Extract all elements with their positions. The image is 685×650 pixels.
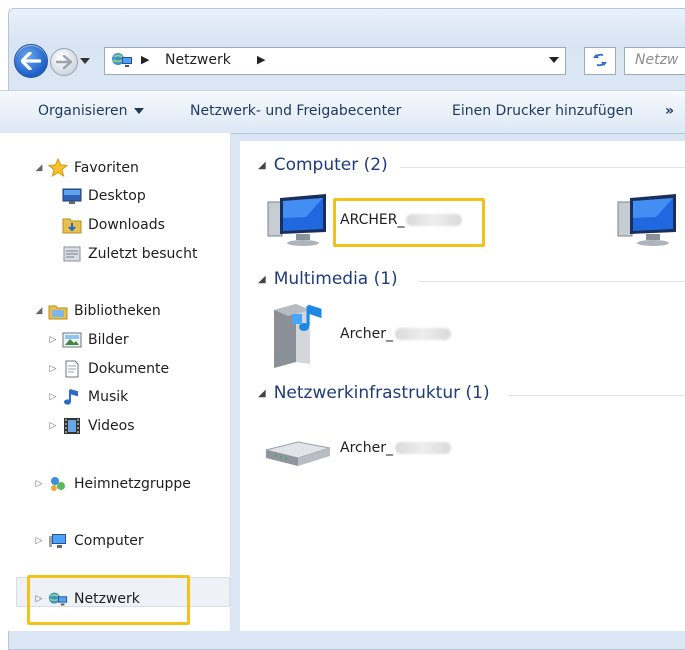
homegroup-icon (48, 474, 68, 494)
nav-label: Zuletzt besucht (88, 246, 198, 262)
group-divider (400, 167, 685, 168)
chevron-down-icon (133, 108, 144, 114)
nav-label: Favoriten (74, 160, 139, 176)
nav-item-music[interactable]: ▷ Musik (48, 385, 129, 409)
desktop-icon (62, 186, 82, 206)
add-printer-button[interactable]: Einen Drucker hinzufügen (452, 103, 633, 119)
documents-icon (62, 359, 82, 379)
expand-arrow-icon[interactable]: ▷ (34, 479, 44, 489)
media-device-icon[interactable] (270, 300, 330, 374)
expand-arrow-icon[interactable]: ▷ (48, 335, 58, 345)
group-header-multimedia[interactable]: ◢ Multimedia (1) (258, 269, 398, 289)
arrow-left-icon (21, 52, 41, 70)
computer-icon (48, 531, 68, 551)
redacted-text (394, 442, 451, 454)
nav-label: Heimnetzgruppe (74, 476, 191, 492)
collapse-arrow-icon[interactable]: ◢ (258, 388, 266, 399)
nav-item-videos[interactable]: ▷ Videos (48, 414, 135, 438)
recent-places-icon (62, 244, 82, 264)
address-dropdown[interactable] (549, 57, 559, 63)
star-icon (48, 158, 68, 178)
arrow-right-icon (56, 55, 72, 69)
expand-arrow-icon[interactable]: ▷ (48, 392, 58, 402)
forward-button[interactable] (50, 48, 78, 76)
breadcrumb-network[interactable]: Netzwerk (165, 52, 231, 68)
nav-label: Bibliotheken (74, 303, 161, 319)
group-header-infrastructure[interactable]: ◢ Netzwerkinfrastruktur (1) (258, 383, 490, 403)
nav-item-libraries[interactable]: ◢ Bibliotheken (34, 299, 161, 323)
router-item-label[interactable]: Archer_ (340, 440, 451, 456)
nav-label: Dokumente (88, 361, 170, 377)
more-commands-button[interactable]: » (665, 103, 674, 119)
nav-label: Bilder (88, 332, 129, 348)
libraries-icon (48, 301, 68, 321)
search-placeholder: Netzw (635, 52, 679, 68)
group-header-computer[interactable]: ◢ Computer (2) (258, 155, 388, 175)
nav-label: Videos (88, 418, 135, 434)
organize-label: Organisieren (38, 103, 128, 119)
command-bar: Organisieren Netzwerk- und Freigabecente… (0, 90, 685, 134)
nav-label: Downloads (88, 217, 165, 233)
nav-label: Desktop (88, 188, 146, 204)
nav-item-homegroup[interactable]: ▷ Heimnetzgruppe (34, 472, 191, 496)
group-title: Multimedia (1) (273, 269, 398, 289)
music-note-icon (62, 387, 82, 407)
nav-item-desktop[interactable]: Desktop (62, 184, 146, 208)
computer-device-icon-2[interactable] (616, 192, 680, 252)
network-icon (112, 53, 132, 67)
group-divider (418, 281, 685, 282)
nav-item-recent[interactable]: Zuletzt besucht (62, 242, 197, 266)
nav-item-pictures[interactable]: ▷ Bilder (48, 328, 129, 352)
expand-arrow-icon[interactable]: ▷ (48, 364, 58, 374)
title-bar (9, 9, 685, 49)
highlight-box-computer-item (333, 198, 485, 247)
nav-item-downloads[interactable]: Downloads (62, 213, 165, 237)
nav-item-favorites[interactable]: ◢ Favoriten (34, 156, 139, 180)
nav-item-documents[interactable]: ▷ Dokumente (48, 357, 169, 381)
recent-pages-dropdown[interactable] (80, 58, 90, 64)
collapse-arrow-icon[interactable]: ◢ (34, 163, 44, 173)
network-center-button[interactable]: Netzwerk- und Freigabecenter (190, 103, 401, 119)
nav-label: Musik (88, 389, 129, 405)
video-film-icon (62, 416, 82, 436)
refresh-button[interactable] (584, 47, 616, 75)
router-icon[interactable] (264, 436, 332, 472)
collapse-arrow-icon[interactable]: ◢ (258, 274, 266, 285)
expand-arrow-icon[interactable]: ▷ (48, 421, 58, 431)
refresh-icon (593, 53, 607, 67)
pictures-icon (62, 330, 82, 350)
back-button[interactable] (14, 44, 48, 78)
breadcrumb-separator[interactable]: ▶ (257, 53, 265, 66)
collapse-arrow-icon[interactable]: ◢ (34, 306, 44, 316)
group-divider (508, 395, 685, 396)
group-title: Computer (2) (273, 155, 388, 175)
breadcrumb-separator[interactable]: ▶ (141, 53, 149, 66)
group-title: Netzwerkinfrastruktur (1) (273, 383, 490, 403)
computer-device-icon[interactable] (266, 192, 330, 252)
address-bar[interactable]: ▶ Netzwerk ▶ (104, 47, 566, 75)
redacted-text (394, 328, 451, 340)
collapse-arrow-icon[interactable]: ◢ (258, 160, 266, 171)
nav-label: Computer (74, 533, 144, 549)
nav-item-computer[interactable]: ▷ Computer (34, 529, 144, 553)
expand-arrow-icon[interactable]: ▷ (34, 536, 44, 546)
search-input[interactable]: Netzw (624, 47, 685, 75)
multimedia-item-label[interactable]: Archer_ (340, 326, 451, 342)
downloads-folder-icon (62, 215, 82, 235)
organize-button[interactable]: Organisieren (38, 103, 144, 119)
highlight-box-network (27, 575, 190, 625)
